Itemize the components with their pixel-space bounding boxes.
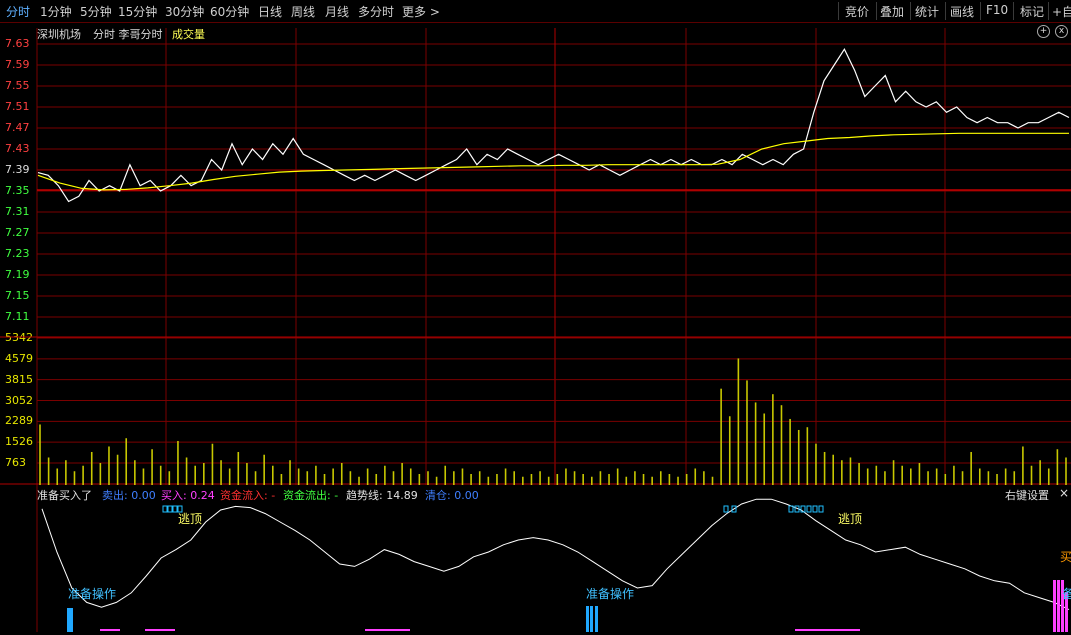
- price-line: [37, 47, 1070, 203]
- indicator-item-sell: 卖出: 0.00: [102, 487, 156, 503]
- indicator-item-trend: 趋势线: 14.89: [346, 487, 418, 503]
- signal-escape-top: 逃顶: [838, 512, 863, 526]
- signal-marker: [162, 505, 168, 513]
- indicator-item-outflow-label: 资金流出:: [283, 489, 331, 502]
- signal-prepare: 准备操作: [68, 587, 117, 601]
- signal-bar: [1053, 580, 1056, 632]
- signal-bar: [1057, 580, 1060, 632]
- indicator-item-buy-label: 买入:: [161, 489, 187, 502]
- signal-bar: [586, 606, 589, 632]
- signal-marker: [167, 505, 173, 513]
- indicator-item-inflow-label: 资金流入:: [220, 489, 268, 502]
- signal-marker: [723, 505, 729, 513]
- indicator-item-sell-label: 卖出:: [102, 489, 128, 502]
- indicator-item-inflow: 资金流入: -: [220, 487, 275, 503]
- intraday-chart[interactable]: [0, 0, 1071, 635]
- signal-escape-top: 逃顶: [178, 512, 203, 526]
- indicator-item-outflow-value: -: [334, 489, 339, 502]
- signal-buy: 买: [1060, 550, 1071, 564]
- right-click-settings[interactable]: 右键设置: [1005, 487, 1049, 503]
- signal-bar: [590, 606, 593, 632]
- indicator-item-clear: 清仓: 0.00: [425, 487, 479, 503]
- signal-marker: [806, 505, 812, 513]
- indicator-item-clear-value: 0.00: [454, 489, 479, 502]
- indicator-item-clear-label: 清仓:: [425, 489, 451, 502]
- signal-marker: [812, 505, 818, 513]
- indicator-name: 准备买入了: [37, 489, 92, 502]
- close-indicator-icon[interactable]: ×: [1059, 486, 1069, 500]
- signal-marker: [172, 505, 178, 513]
- average-price-line: [37, 132, 1069, 191]
- signal-prepare: 备: [1062, 587, 1071, 601]
- signal-marker: [818, 505, 824, 513]
- signal-prepare: 准备操作: [586, 587, 635, 601]
- indicator-item-trend-label: 趋势线:: [346, 489, 383, 502]
- indicator-item-buy: 买入: 0.24: [161, 487, 215, 503]
- signal-bar: [595, 606, 598, 632]
- indicator-item-inflow-value: -: [271, 489, 276, 502]
- indicator-item-outflow: 资金流出: -: [283, 487, 338, 503]
- signal-bar: [70, 608, 73, 632]
- indicator-item-trend-value: 14.89: [386, 489, 418, 502]
- indicator-item-sell-value: 0.00: [131, 489, 156, 502]
- signal-bar: [67, 608, 70, 632]
- indicator-item-buy-value: 0.24: [190, 489, 215, 502]
